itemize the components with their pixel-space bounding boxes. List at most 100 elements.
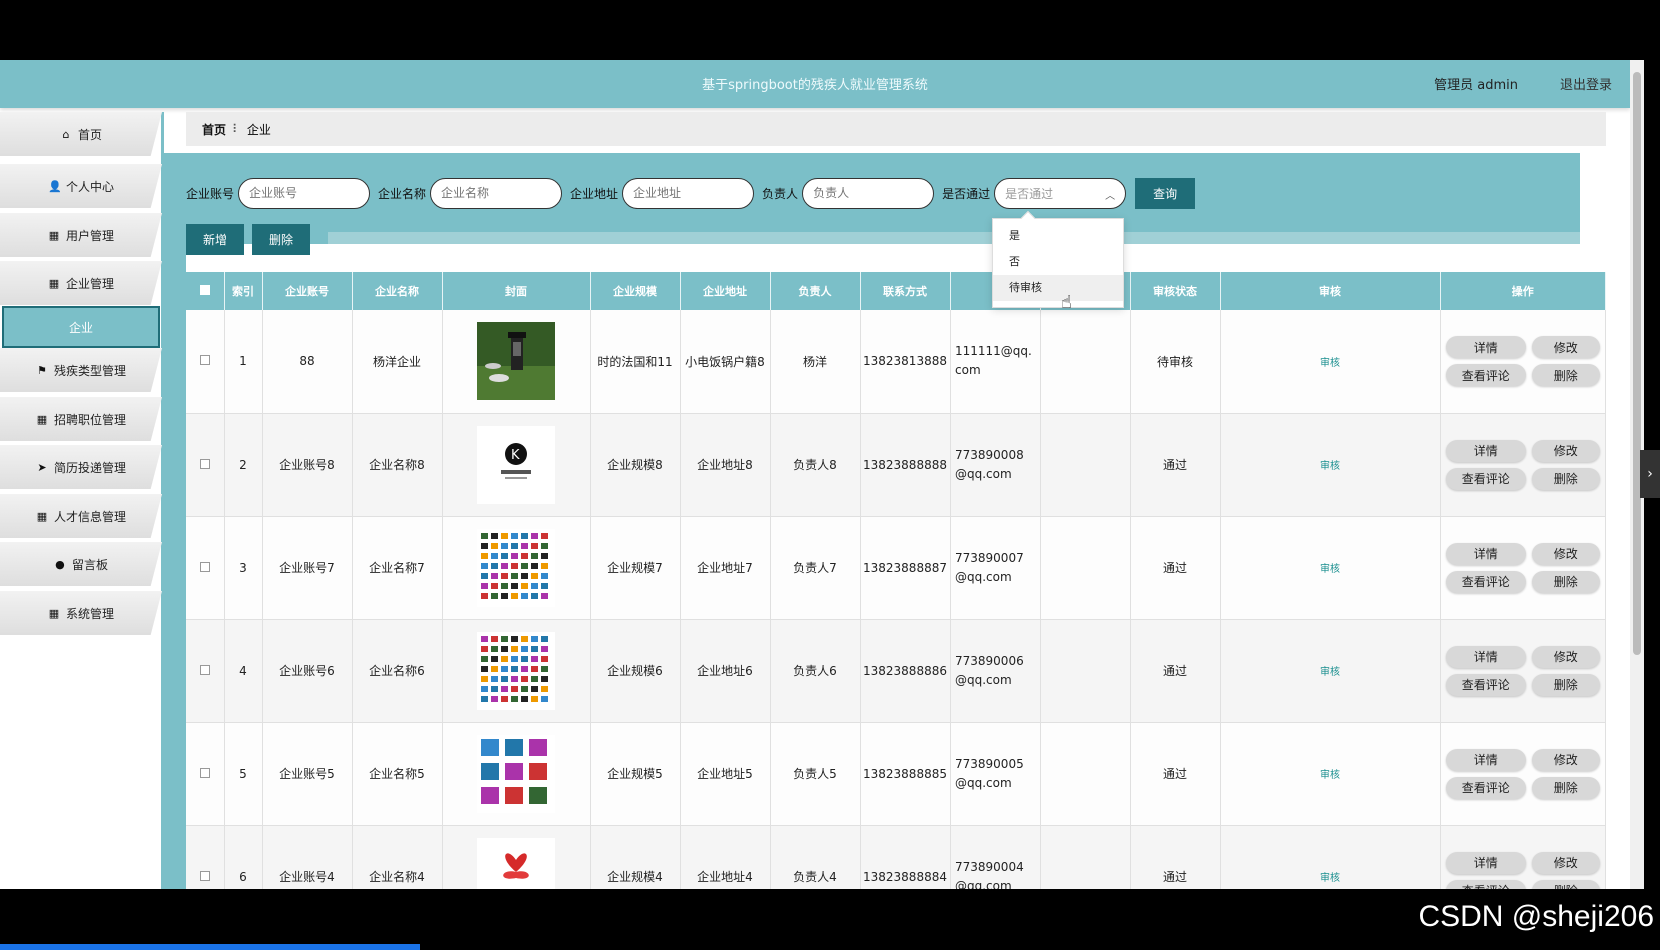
- dropdown-option-no[interactable]: 否: [993, 249, 1123, 275]
- row-select-cell: [186, 825, 225, 889]
- delete-button[interactable]: 删除: [1531, 673, 1600, 696]
- sidebar-item[interactable]: ➤ 简历投递管理: [0, 445, 162, 489]
- delete-button[interactable]: 删除: [1531, 467, 1600, 490]
- audit-cell: 审核: [1220, 825, 1441, 889]
- address-cell: 企业地址7: [680, 516, 771, 620]
- view-comments-button[interactable]: 查看评论: [1445, 467, 1526, 490]
- row-checkbox[interactable]: [199, 458, 210, 469]
- logout-link[interactable]: 退出登录: [1560, 74, 1612, 93]
- scrollbar-thumb[interactable]: [1633, 72, 1641, 655]
- audit-link[interactable]: 审核: [1320, 873, 1340, 884]
- row-select-cell: [186, 516, 225, 620]
- sidebar-item[interactable]: ⌂ 首页: [0, 112, 162, 156]
- edit-button[interactable]: 修改: [1531, 439, 1600, 462]
- audit-link[interactable]: 审核: [1320, 461, 1340, 472]
- detail-button[interactable]: 详情: [1445, 542, 1526, 565]
- add-button[interactable]: 新增: [186, 224, 244, 255]
- detail-button[interactable]: 详情: [1445, 851, 1526, 874]
- index-cell: 3: [224, 516, 263, 620]
- delete-button[interactable]: 删除: [1531, 879, 1600, 889]
- search-address-input[interactable]: [622, 177, 755, 209]
- select-all-checkbox[interactable]: [199, 284, 210, 295]
- sidebar-item[interactable]: ▦ 系统管理: [0, 591, 162, 635]
- email-value: 773890006@qq.com: [955, 653, 1024, 687]
- sidebar-item[interactable]: ▦ 人才信息管理: [0, 494, 162, 538]
- reply-cell: [1040, 619, 1131, 723]
- audit-link[interactable]: 审核: [1320, 667, 1340, 678]
- search-account-input[interactable]: [238, 177, 371, 209]
- grid-icon: ▦: [48, 228, 60, 242]
- edit-button[interactable]: 修改: [1531, 851, 1600, 874]
- row-checkbox[interactable]: [199, 870, 210, 881]
- cover-cell: [442, 310, 591, 414]
- email-value: 773890008@qq.com: [955, 447, 1024, 481]
- search-manager-input[interactable]: [802, 177, 935, 209]
- email-cell: 773890004@qq.com: [950, 825, 1041, 889]
- enterprise-table: 索引企业账号企业名称封面企业规模企业地址负责人联系方式审核回复审核状态审核操作 …: [186, 272, 1606, 889]
- index-cell: 5: [224, 722, 263, 826]
- edit-button[interactable]: 修改: [1531, 542, 1600, 565]
- delete-button[interactable]: 删除: [1531, 776, 1600, 799]
- sidebar-item-label: 留言板: [71, 557, 108, 572]
- edit-button[interactable]: 修改: [1531, 645, 1600, 668]
- audit-cell: 审核: [1220, 310, 1441, 414]
- column-header: 审核: [1220, 272, 1441, 310]
- cover-image: [477, 631, 555, 710]
- detail-button[interactable]: 详情: [1445, 645, 1526, 668]
- audit-link[interactable]: 审核: [1320, 358, 1340, 369]
- delete-button[interactable]: 删除: [1531, 570, 1600, 593]
- phone-cell: 13823888887: [860, 516, 951, 620]
- breadcrumb-home[interactable]: 首页: [202, 121, 226, 138]
- flag-icon: ⚑: [37, 363, 47, 377]
- sidebar-item[interactable]: ▦ 企业管理: [0, 261, 162, 305]
- query-button[interactable]: 查询: [1135, 177, 1196, 209]
- detail-button[interactable]: 详情: [1445, 748, 1526, 771]
- view-comments-button[interactable]: 查看评论: [1445, 364, 1526, 387]
- sidebar-item[interactable]: ⚑ 残疾类型管理: [0, 348, 162, 392]
- breadcrumb-current: 企业: [246, 122, 271, 137]
- sidebar-item[interactable]: 👤 个人中心: [0, 164, 162, 208]
- sidebar-item[interactable]: ▦ 招聘职位管理: [0, 397, 162, 441]
- status-cell: 通过: [1130, 516, 1221, 620]
- row-checkbox[interactable]: [199, 355, 210, 366]
- view-comments-button[interactable]: 查看评论: [1445, 673, 1526, 696]
- dropdown-option-yes[interactable]: 是: [993, 223, 1123, 249]
- passed-select[interactable]: 是否通过 ︿: [994, 177, 1127, 209]
- email-cell: 111111@qq.com: [950, 310, 1041, 414]
- delete-button[interactable]: 删除: [1531, 364, 1600, 387]
- search-name-input[interactable]: [430, 177, 563, 209]
- row-checkbox[interactable]: [199, 767, 210, 778]
- expand-panel-icon[interactable]: ›: [1640, 450, 1660, 498]
- column-header: 索引: [224, 272, 263, 310]
- view-comments-button[interactable]: 查看评论: [1445, 879, 1526, 889]
- table-row: 5 企业账号5 企业名称5 企业规模5 企业地址5 负责人5 13823888885 7738…: [186, 722, 1606, 826]
- edit-button[interactable]: 修改: [1531, 336, 1600, 359]
- address-cell: 企业地址6: [680, 619, 771, 723]
- view-comments-button[interactable]: 查看评论: [1445, 776, 1526, 799]
- reply-cell: [1040, 516, 1131, 620]
- phone-cell: 13823888888: [860, 413, 951, 517]
- view-comments-button[interactable]: 查看评论: [1445, 570, 1526, 593]
- column-header: 企业账号: [262, 272, 353, 310]
- email-value: 773890007@qq.com: [955, 550, 1024, 584]
- row-checkbox[interactable]: [199, 664, 210, 675]
- row-checkbox[interactable]: [199, 561, 210, 572]
- grid-icon: ▦: [36, 509, 48, 523]
- sidebar-item[interactable]: ▦ 用户管理: [0, 213, 162, 257]
- edit-button[interactable]: 修改: [1531, 748, 1600, 771]
- sidebar-subitem-enterprise[interactable]: 企业: [2, 306, 160, 348]
- email-value: 773890005@qq.com: [955, 756, 1024, 790]
- status-cell: 通过: [1130, 413, 1221, 517]
- scale-cell: 企业规模6: [590, 619, 681, 723]
- audit-link[interactable]: 审核: [1320, 770, 1340, 781]
- cover-cell: [442, 722, 591, 826]
- column-header: 操作: [1440, 272, 1606, 310]
- detail-button[interactable]: 详情: [1445, 439, 1526, 462]
- audit-cell: 审核: [1220, 413, 1441, 517]
- detail-button[interactable]: 详情: [1445, 336, 1526, 359]
- audit-link[interactable]: 审核: [1320, 564, 1340, 575]
- sidebar-item[interactable]: ● 留言板: [0, 542, 162, 586]
- batch-delete-button[interactable]: 删除: [252, 224, 310, 255]
- dropdown-option-pending[interactable]: 待审核: [993, 275, 1123, 301]
- ops-cell: 详情修改查看评论删除: [1440, 413, 1606, 517]
